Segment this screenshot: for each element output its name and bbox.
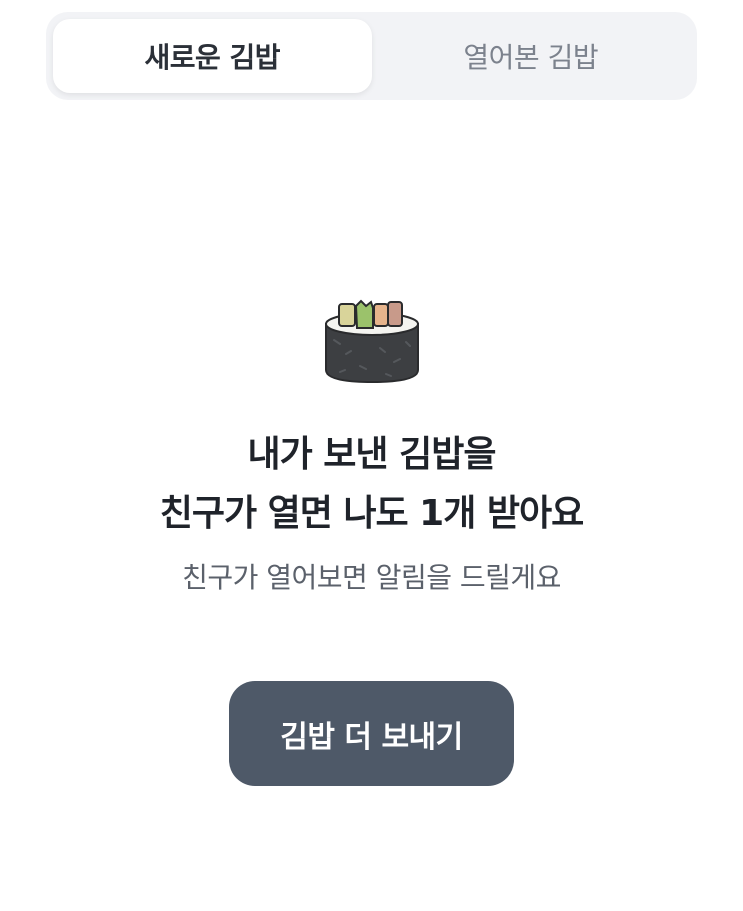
kimbap-icon <box>325 299 419 384</box>
headline-line-2: 친구가 열면 나도 1개 받아요 <box>159 493 585 534</box>
notification-subtext: 친구가 열어보면 알림을 드릴게요 <box>182 561 561 594</box>
tab-switcher: 새로운 김밥 열어본 김밥 <box>46 12 697 100</box>
send-more-kimbap-button[interactable]: 김밥 더 보내기 <box>229 681 514 786</box>
tab-new-kimbap[interactable]: 새로운 김밥 <box>53 19 372 93</box>
send-more-kimbap-label: 김밥 더 보내기 <box>280 719 463 755</box>
headline-line-1: 내가 보낸 김밥을 <box>247 434 497 475</box>
tab-opened-kimbap[interactable]: 열어본 김밥 <box>372 19 691 93</box>
